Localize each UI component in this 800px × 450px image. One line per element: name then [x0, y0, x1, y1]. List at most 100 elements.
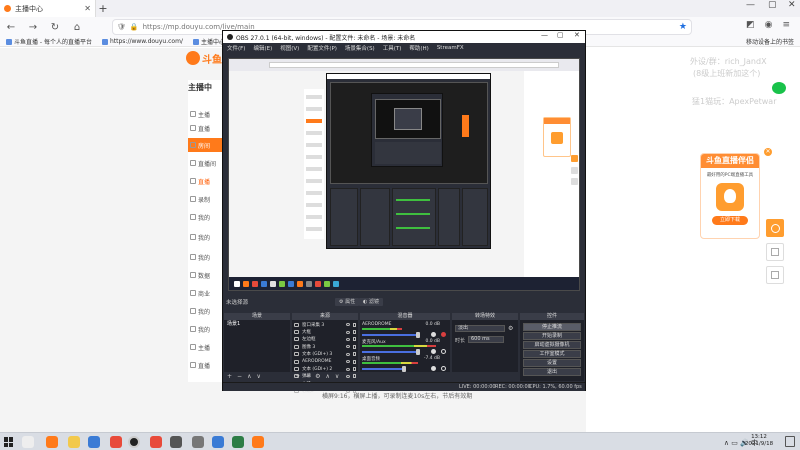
- filters-button[interactable]: ◐ 滤镜: [359, 298, 383, 306]
- sidebar-item[interactable]: 我的: [188, 322, 224, 336]
- lock-icon[interactable]: [353, 337, 356, 342]
- obs-close-icon[interactable]: ✕: [574, 31, 580, 39]
- obs-menu-item[interactable]: 编辑(E): [253, 44, 272, 52]
- move-down-icon[interactable]: ∨: [256, 373, 260, 380]
- speaker-icon[interactable]: [431, 332, 436, 337]
- obs-menu-item[interactable]: StreamFX: [437, 45, 464, 51]
- control-button[interactable]: 设置: [523, 359, 581, 367]
- sidebar-item[interactable]: 商业: [188, 286, 224, 300]
- visibility-icon[interactable]: [346, 337, 350, 341]
- move-down-icon[interactable]: ∨: [335, 373, 339, 380]
- download-button[interactable]: 立即下载: [712, 216, 748, 225]
- control-button[interactable]: 停止推流: [523, 323, 581, 331]
- maximize-window-icon[interactable]: ▢: [768, 0, 777, 10]
- sidebar-item[interactable]: 直播间: [188, 156, 224, 170]
- sidebar-item[interactable]: 我的: [188, 210, 224, 224]
- bookmark-star-icon[interactable]: ★: [679, 22, 687, 32]
- source-item[interactable]: 图像 3: [292, 343, 358, 350]
- play-float-button[interactable]: [766, 219, 784, 237]
- obs-maximize-icon[interactable]: ▢: [557, 31, 564, 39]
- source-settings-icon[interactable]: ⚙: [315, 373, 320, 380]
- channel-settings-icon[interactable]: [441, 366, 446, 371]
- close-window-icon[interactable]: ✕: [788, 0, 796, 10]
- reload-icon[interactable]: ↻: [48, 22, 62, 33]
- fader-handle[interactable]: [402, 366, 406, 372]
- store-icon[interactable]: [88, 436, 100, 448]
- minimize-window-icon[interactable]: —: [746, 0, 755, 10]
- bookmark-item[interactable]: https://www.douyu.com/: [101, 38, 183, 45]
- back-icon[interactable]: ←: [4, 22, 18, 33]
- close-tab-icon[interactable]: ✕: [84, 4, 91, 13]
- sidebar-item[interactable]: 直播: [188, 121, 224, 135]
- obs-menu-item[interactable]: 场景集合(S): [345, 44, 375, 52]
- move-up-icon[interactable]: ∧: [325, 373, 329, 380]
- obs-menu-item[interactable]: 帮助(H): [409, 44, 428, 52]
- duration-input[interactable]: 600 ms: [468, 336, 504, 343]
- fader-handle[interactable]: [416, 349, 420, 355]
- obs-icon[interactable]: [128, 436, 140, 448]
- add-source-icon[interactable]: +: [295, 373, 300, 380]
- lock-icon[interactable]: [353, 322, 356, 327]
- browser-tab[interactable]: 主播中心 ✕: [0, 0, 96, 17]
- windows-start-icon[interactable]: [4, 437, 14, 447]
- share-float-button[interactable]: [766, 266, 784, 284]
- control-button[interactable]: 启动虚拟摄像机: [523, 341, 581, 349]
- promo-close-icon[interactable]: ✕: [764, 148, 772, 156]
- pocket-icon[interactable]: ◩: [746, 20, 755, 30]
- source-item[interactable]: AERODROME: [292, 358, 358, 365]
- mobile-bookmarks[interactable]: 移动设备上的书签: [746, 37, 794, 46]
- search-icon[interactable]: [22, 436, 34, 448]
- bookmark-item[interactable]: 斗鱼直播 - 每个人的直播平台: [6, 37, 92, 46]
- obs-preview[interactable]: [228, 58, 580, 291]
- visibility-icon[interactable]: [346, 345, 350, 349]
- obs-minimize-icon[interactable]: —: [541, 31, 548, 39]
- properties-button[interactable]: ⚙ 属性: [335, 298, 360, 306]
- sidebar-item[interactable]: 直播: [188, 358, 224, 372]
- visibility-icon[interactable]: [346, 330, 350, 334]
- sidebar-item[interactable]: 我的: [188, 230, 224, 244]
- notification-icon[interactable]: [785, 436, 795, 447]
- sidebar-item[interactable]: 数据: [188, 268, 224, 282]
- visibility-icon[interactable]: [346, 323, 350, 327]
- app-icon[interactable]: [110, 436, 122, 448]
- sidebar-item[interactable]: 直播: [188, 174, 224, 188]
- remove-scene-icon[interactable]: −: [237, 373, 242, 380]
- lock-icon[interactable]: [353, 359, 356, 364]
- firefox-icon[interactable]: [46, 436, 58, 448]
- fader-handle[interactable]: [416, 332, 420, 338]
- volume-fader[interactable]: [362, 351, 418, 353]
- media-icon[interactable]: [212, 436, 224, 448]
- transition-settings-icon[interactable]: ⚙: [508, 325, 513, 332]
- obs-menu-item[interactable]: 工具(T): [383, 44, 402, 52]
- taskbar-clock[interactable]: 13:12 2021/9/18: [736, 434, 782, 448]
- sidebar-item[interactable]: 录制: [188, 192, 224, 206]
- source-item[interactable]: 窗口采集 3: [292, 321, 358, 328]
- bookmark-item[interactable]: 主播中心: [192, 37, 225, 46]
- channel-settings-icon[interactable]: [441, 349, 446, 354]
- control-button[interactable]: 退出: [523, 368, 581, 376]
- promo-card[interactable]: 斗鱼直播伴侣 最好用的PC端直播工具 立即下载: [700, 153, 760, 239]
- sidebar-item[interactable]: 房间: [188, 138, 224, 152]
- source-item[interactable]: 文本 (GDI+) 3: [292, 351, 358, 358]
- file-explorer-icon[interactable]: [68, 436, 80, 448]
- control-button[interactable]: 开始录制: [523, 332, 581, 340]
- terminal-icon[interactable]: [232, 436, 244, 448]
- visibility-icon[interactable]: [346, 352, 350, 356]
- sidebar-item[interactable]: 我的: [188, 304, 224, 318]
- sidebar-item[interactable]: 主播: [188, 107, 224, 121]
- new-tab-button[interactable]: +: [96, 2, 110, 15]
- visibility-icon[interactable]: [346, 360, 350, 364]
- douyu-logo[interactable]: 斗鱼: [186, 48, 222, 68]
- sidebar-item[interactable]: 我的: [188, 250, 224, 264]
- add-scene-icon[interactable]: +: [227, 373, 232, 380]
- menu-icon[interactable]: ≡: [782, 20, 790, 30]
- app-icon[interactable]: [170, 436, 182, 448]
- control-button[interactable]: 工作室模式: [523, 350, 581, 358]
- lock-icon[interactable]: [353, 330, 356, 335]
- home-float-button[interactable]: [766, 243, 784, 261]
- volume-fader[interactable]: [362, 334, 418, 336]
- obs-menu-item[interactable]: 视图(V): [280, 44, 299, 52]
- visibility-icon[interactable]: [346, 367, 350, 371]
- transition-select[interactable]: 淡出: [455, 325, 505, 332]
- move-up-icon[interactable]: ∧: [247, 373, 251, 380]
